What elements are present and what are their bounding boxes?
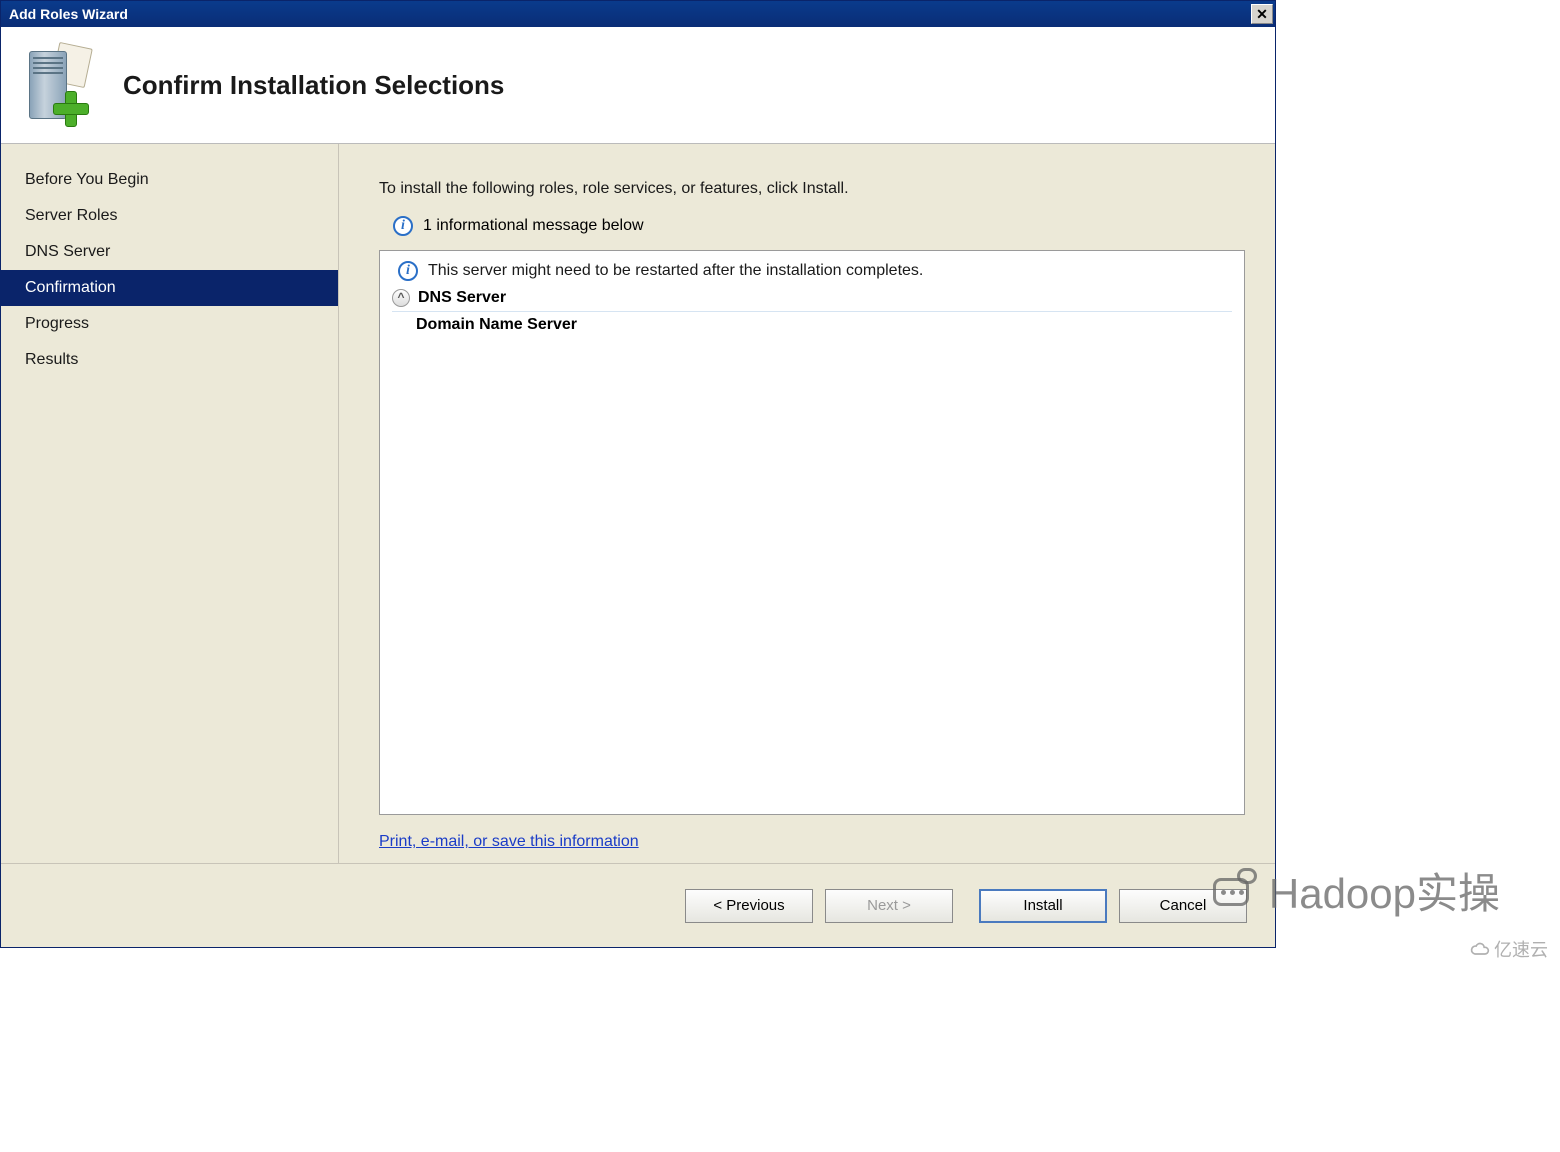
instruction-text: To install the following roles, role ser…	[379, 180, 1245, 198]
next-button: Next >	[825, 889, 953, 923]
sidebar-item-confirmation[interactable]: Confirmation	[1, 270, 338, 306]
server-add-icon	[19, 45, 91, 125]
sidebar-item-label: Before You Begin	[25, 171, 149, 188]
watermark-main: Hadoop实操	[1209, 860, 1500, 921]
window-title: Add Roles Wizard	[9, 6, 128, 22]
wizard-header: Confirm Installation Selections	[1, 27, 1275, 144]
sidebar-item-progress[interactable]: Progress	[1, 306, 338, 342]
wechat-icon	[1209, 864, 1267, 918]
print-email-save-link[interactable]: Print, e-mail, or save this information	[379, 833, 1245, 851]
role-heading-row[interactable]: ^ DNS Server	[392, 289, 1232, 312]
install-button[interactable]: Install	[979, 889, 1107, 923]
restart-warning-row: i This server might need to be restarted…	[398, 261, 1232, 281]
info-summary-row: i 1 informational message below	[393, 216, 1245, 236]
cloud-icon	[1470, 939, 1490, 959]
confirmation-details-box: i This server might need to be restarted…	[379, 250, 1245, 815]
restart-warning-text: This server might need to be restarted a…	[428, 262, 923, 280]
sidebar-item-dns-server[interactable]: DNS Server	[1, 234, 338, 270]
watermark-corner: 亿速云	[1470, 936, 1548, 962]
previous-button[interactable]: < Previous	[685, 889, 813, 923]
wizard-footer: < Previous Next > Install Cancel	[1, 863, 1275, 947]
titlebar: Add Roles Wizard ✕	[1, 1, 1275, 27]
close-button[interactable]: ✕	[1251, 4, 1273, 24]
info-count-text: 1 informational message below	[423, 217, 644, 235]
role-heading-text: DNS Server	[418, 289, 506, 307]
wizard-window: Add Roles Wizard ✕ Confirm Installation …	[0, 0, 1276, 948]
sidebar-item-label: Server Roles	[25, 207, 117, 224]
watermark-main-text: Hadoop实操	[1269, 860, 1500, 921]
sidebar-item-before-you-begin[interactable]: Before You Begin	[1, 162, 338, 198]
sidebar-item-results[interactable]: Results	[1, 342, 338, 378]
sidebar-item-label: Confirmation	[25, 279, 116, 296]
info-icon: i	[398, 261, 418, 281]
sidebar-item-label: Results	[25, 351, 78, 368]
wizard-body: Before You Begin Server Roles DNS Server…	[1, 144, 1275, 863]
info-icon: i	[393, 216, 413, 236]
wizard-sidebar: Before You Begin Server Roles DNS Server…	[1, 144, 339, 863]
close-icon: ✕	[1256, 6, 1268, 22]
page-title: Confirm Installation Selections	[123, 70, 504, 101]
watermark-corner-text: 亿速云	[1494, 936, 1548, 962]
role-subitem-text: Domain Name Server	[416, 316, 1232, 334]
sidebar-item-server-roles[interactable]: Server Roles	[1, 198, 338, 234]
wizard-content: To install the following roles, role ser…	[339, 144, 1275, 863]
sidebar-item-label: Progress	[25, 315, 89, 332]
sidebar-item-label: DNS Server	[25, 243, 110, 260]
chevron-up-icon[interactable]: ^	[392, 289, 410, 307]
